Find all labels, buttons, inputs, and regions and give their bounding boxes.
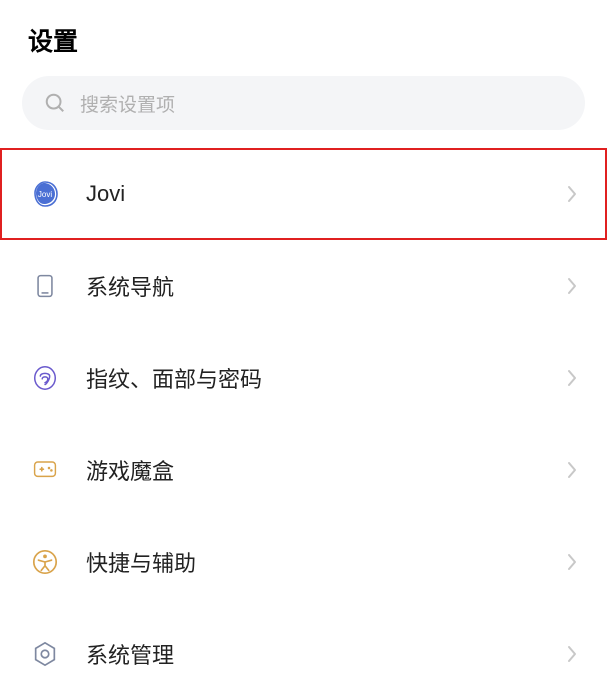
page-title: 设置 (28, 22, 579, 58)
jovi-icon: Jovi (30, 179, 60, 209)
gear-icon (30, 639, 60, 669)
list-item-label: 指纹、面部与密码 (86, 362, 567, 394)
chevron-right-icon (567, 553, 577, 571)
search-placeholder: 搜索设置项 (80, 90, 175, 117)
list-item-label: 系统导航 (86, 270, 567, 302)
search-bar[interactable]: 搜索设置项 (22, 76, 585, 130)
settings-list: Jovi Jovi 系统导航 (0, 148, 607, 700)
list-item-system[interactable]: 系统管理 (0, 608, 607, 700)
chevron-right-icon (567, 369, 577, 387)
list-item-gamebox[interactable]: 游戏魔盒 (0, 424, 607, 516)
chevron-right-icon (567, 461, 577, 479)
fingerprint-icon (30, 363, 60, 393)
search-icon (44, 92, 66, 114)
list-item-navigation[interactable]: 系统导航 (0, 240, 607, 332)
navigation-icon (30, 271, 60, 301)
list-item-jovi[interactable]: Jovi Jovi (0, 148, 607, 240)
list-item-accessibility[interactable]: 快捷与辅助 (0, 516, 607, 608)
list-item-label: Jovi (86, 181, 567, 207)
list-item-label: 游戏魔盒 (86, 454, 567, 486)
chevron-right-icon (567, 645, 577, 663)
list-item-label: 快捷与辅助 (86, 546, 567, 578)
list-item-label: 系统管理 (86, 638, 567, 670)
gamebox-icon (30, 455, 60, 485)
chevron-right-icon (567, 277, 577, 295)
svg-text:Jovi: Jovi (38, 190, 52, 199)
list-item-fingerprint[interactable]: 指纹、面部与密码 (0, 332, 607, 424)
chevron-right-icon (567, 185, 577, 203)
accessibility-icon (30, 547, 60, 577)
